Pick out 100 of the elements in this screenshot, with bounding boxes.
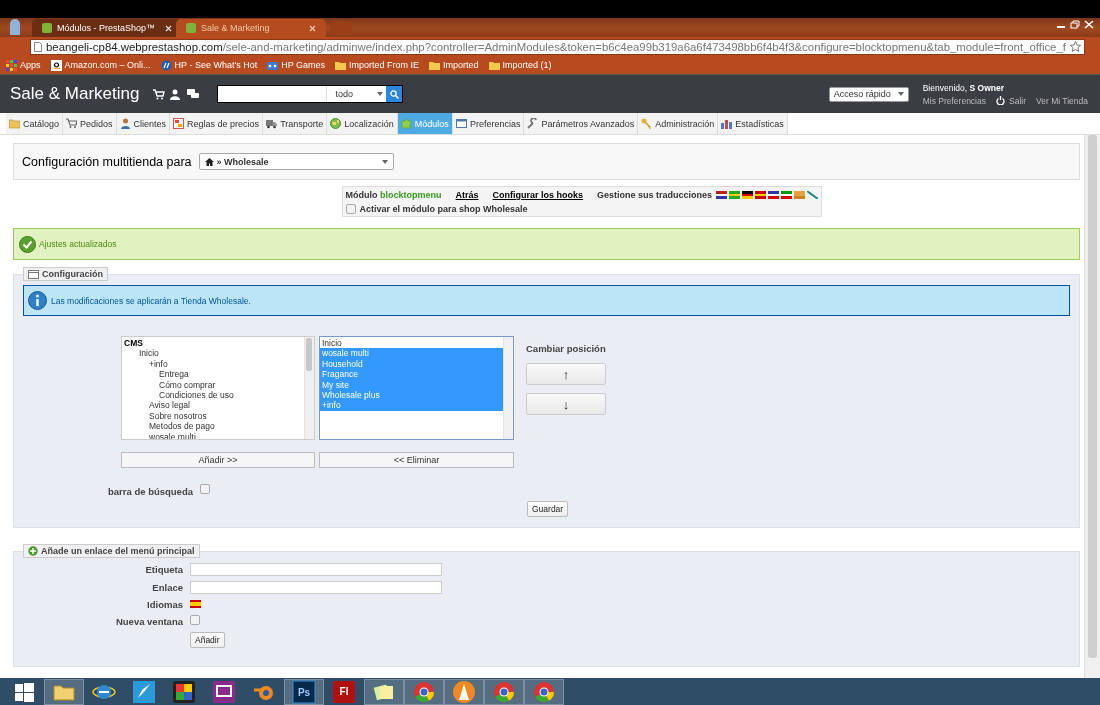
field-label: Nueva ventana bbox=[114, 615, 183, 627]
nav-tab[interactable]: Parámetros Avanzados bbox=[524, 113, 639, 134]
remove-button[interactable]: << Eliminar bbox=[319, 452, 514, 468]
nav-tab[interactable]: Preferencias bbox=[452, 113, 525, 134]
close-icon[interactable] bbox=[165, 24, 172, 32]
list-option[interactable]: +info bbox=[122, 358, 304, 370]
scrollbar[interactable] bbox=[503, 337, 513, 439]
taskbar-button[interactable] bbox=[484, 678, 524, 705]
list-option[interactable]: CMS bbox=[122, 338, 304, 349]
taskbar-button[interactable]: Ps bbox=[284, 678, 324, 705]
screen-icon bbox=[212, 679, 236, 704]
bookmark[interactable]: HP - See What's Hot bbox=[160, 59, 258, 71]
selected-items-list[interactable]: Inicio wosale multi Household Fragance My site Wholesale plus +info bbox=[319, 336, 514, 440]
checkbox[interactable] bbox=[190, 615, 200, 625]
taskbar-button[interactable] bbox=[524, 678, 564, 705]
restore-icon[interactable] bbox=[1070, 20, 1080, 29]
caret-icon bbox=[897, 92, 904, 96]
cone-icon bbox=[452, 679, 476, 704]
power-icon bbox=[996, 96, 1005, 105]
chat-icon[interactable] bbox=[187, 88, 200, 100]
truck-icon bbox=[266, 118, 278, 129]
list-option[interactable]: Sobre nosotros bbox=[122, 410, 304, 422]
cart-icon[interactable] bbox=[153, 88, 166, 100]
scrollbar[interactable] bbox=[304, 337, 314, 439]
shop-select[interactable]: » Wholesale bbox=[198, 153, 394, 170]
list-option[interactable]: Condiciones de uso bbox=[122, 390, 304, 401]
header-link[interactable]: Mis Preferencias bbox=[922, 95, 986, 106]
add-button[interactable]: Añadir >> bbox=[121, 452, 315, 468]
close-icon[interactable] bbox=[309, 24, 316, 32]
quick-access-select[interactable]: Acceso rápido bbox=[828, 86, 909, 102]
taskbar-button[interactable] bbox=[444, 678, 484, 705]
nav-tab[interactable]: Localización bbox=[327, 113, 398, 134]
address-bar[interactable]: beangeli-cp84.webprestashop.com/sele-and-marketing/adminwe/index.php?controller=AdminModules&token=b6c4ea99b319a6a6f473498bb6f4b4f3&configure=blocktopmenu&tab_module=front_office_f bbox=[30, 38, 1085, 55]
input-field[interactable] bbox=[190, 581, 442, 594]
user-icon[interactable] bbox=[170, 88, 183, 100]
move-up-button[interactable]: ↑ bbox=[526, 363, 606, 385]
wrench-icon bbox=[527, 118, 539, 129]
chrome-user-icon[interactable] bbox=[8, 18, 22, 35]
taskbar-button[interactable] bbox=[44, 678, 84, 705]
nav-tab[interactable]: Estadísticas bbox=[718, 113, 788, 134]
header-link[interactable]: Salir bbox=[996, 95, 1026, 106]
nav-tab[interactable]: Catálogo bbox=[6, 113, 64, 134]
list-option[interactable]: Entrega bbox=[122, 369, 304, 380]
user-icon bbox=[119, 118, 131, 129]
nav-tab[interactable]: Reglas de precios bbox=[170, 113, 264, 134]
nav-tab[interactable]: Transporte bbox=[263, 113, 328, 134]
list-option[interactable]: Cómo comprar bbox=[122, 379, 304, 391]
taskbar-button[interactable] bbox=[364, 678, 404, 705]
nav-tab[interactable]: Clientes bbox=[116, 113, 171, 134]
input-field[interactable] bbox=[190, 563, 442, 576]
list-option[interactable]: Inicio bbox=[122, 348, 304, 359]
caret-icon bbox=[381, 159, 388, 164]
add-link-button[interactable]: Añadir bbox=[190, 632, 225, 648]
taskbar-button[interactable]: Fl bbox=[324, 678, 364, 705]
save-button[interactable]: Guardar bbox=[527, 501, 569, 517]
scrollbar[interactable] bbox=[1084, 135, 1100, 678]
toolbar-link[interactable]: Configurar los hooks bbox=[492, 190, 584, 200]
list-option[interactable]: Aviso legal bbox=[122, 400, 304, 411]
checkbox[interactable] bbox=[345, 204, 356, 214]
apps-icon bbox=[6, 59, 17, 71]
success-message: Ajustes actualizados bbox=[39, 239, 117, 249]
cart-icon bbox=[66, 118, 78, 129]
list-option[interactable]: Metodos de pago bbox=[122, 421, 304, 432]
list-option[interactable]: wosale multi bbox=[122, 431, 304, 439]
rocket-icon bbox=[132, 679, 156, 704]
toolbar-link[interactable]: Atrás bbox=[455, 190, 479, 200]
section-legend: Configuración bbox=[23, 267, 108, 281]
shop-title: Sale & Marketing bbox=[10, 84, 140, 104]
taskbar-button[interactable] bbox=[404, 678, 444, 705]
gamepad-icon bbox=[267, 59, 279, 71]
browser-tab[interactable]: Sale & Marketing bbox=[176, 19, 326, 37]
bookmark[interactable]: Imported bbox=[429, 59, 479, 71]
star-icon[interactable] bbox=[1069, 41, 1081, 52]
translations-label: Gestione sus traducciones bbox=[597, 190, 713, 200]
bookmark[interactable]: Imported (1) bbox=[488, 59, 552, 71]
header-link[interactable]: Ver Mi Tienda bbox=[1036, 95, 1088, 106]
move-down-button[interactable]: ↓ bbox=[526, 393, 606, 415]
flag-icon[interactable] bbox=[716, 191, 728, 199]
bookmark[interactable]: Imported From IE bbox=[335, 59, 420, 71]
flash-icon bbox=[332, 679, 356, 704]
info-message: Las modificaciones se aplicarán a Tienda Wholesale. bbox=[51, 295, 251, 306]
field-label: Idiomas bbox=[146, 599, 183, 610]
flag-icon[interactable] bbox=[742, 191, 754, 199]
multistore-label: Configuración multitienda para bbox=[22, 154, 192, 169]
available-items-list[interactable]: CMS Inicio +info Entrega Cómo comprar Condiciones de uso Aviso legal Sobre nosotros Metodos de pago wosale multi bbox=[121, 336, 315, 440]
list-option[interactable]: Inicio bbox=[320, 338, 503, 349]
bookmark[interactable]: Apps bbox=[6, 59, 41, 71]
nav-tab[interactable]: Pedidos bbox=[63, 113, 117, 134]
app-label: Ps bbox=[296, 686, 312, 698]
window-icon bbox=[28, 269, 39, 279]
nav-tab[interactable]: Administración bbox=[638, 113, 719, 134]
folder-icon bbox=[488, 59, 500, 71]
chrome-logo-icon bbox=[492, 679, 516, 704]
pen-icon[interactable] bbox=[807, 191, 819, 199]
flag-icon[interactable] bbox=[768, 191, 780, 199]
checkbox[interactable] bbox=[200, 483, 210, 494]
field-label: Enlace bbox=[151, 582, 183, 593]
bookmark[interactable]: Amazon.com – Onli... bbox=[50, 59, 151, 71]
smile-logo-icon bbox=[50, 59, 62, 71]
bookmark[interactable]: HP Games bbox=[267, 59, 325, 71]
